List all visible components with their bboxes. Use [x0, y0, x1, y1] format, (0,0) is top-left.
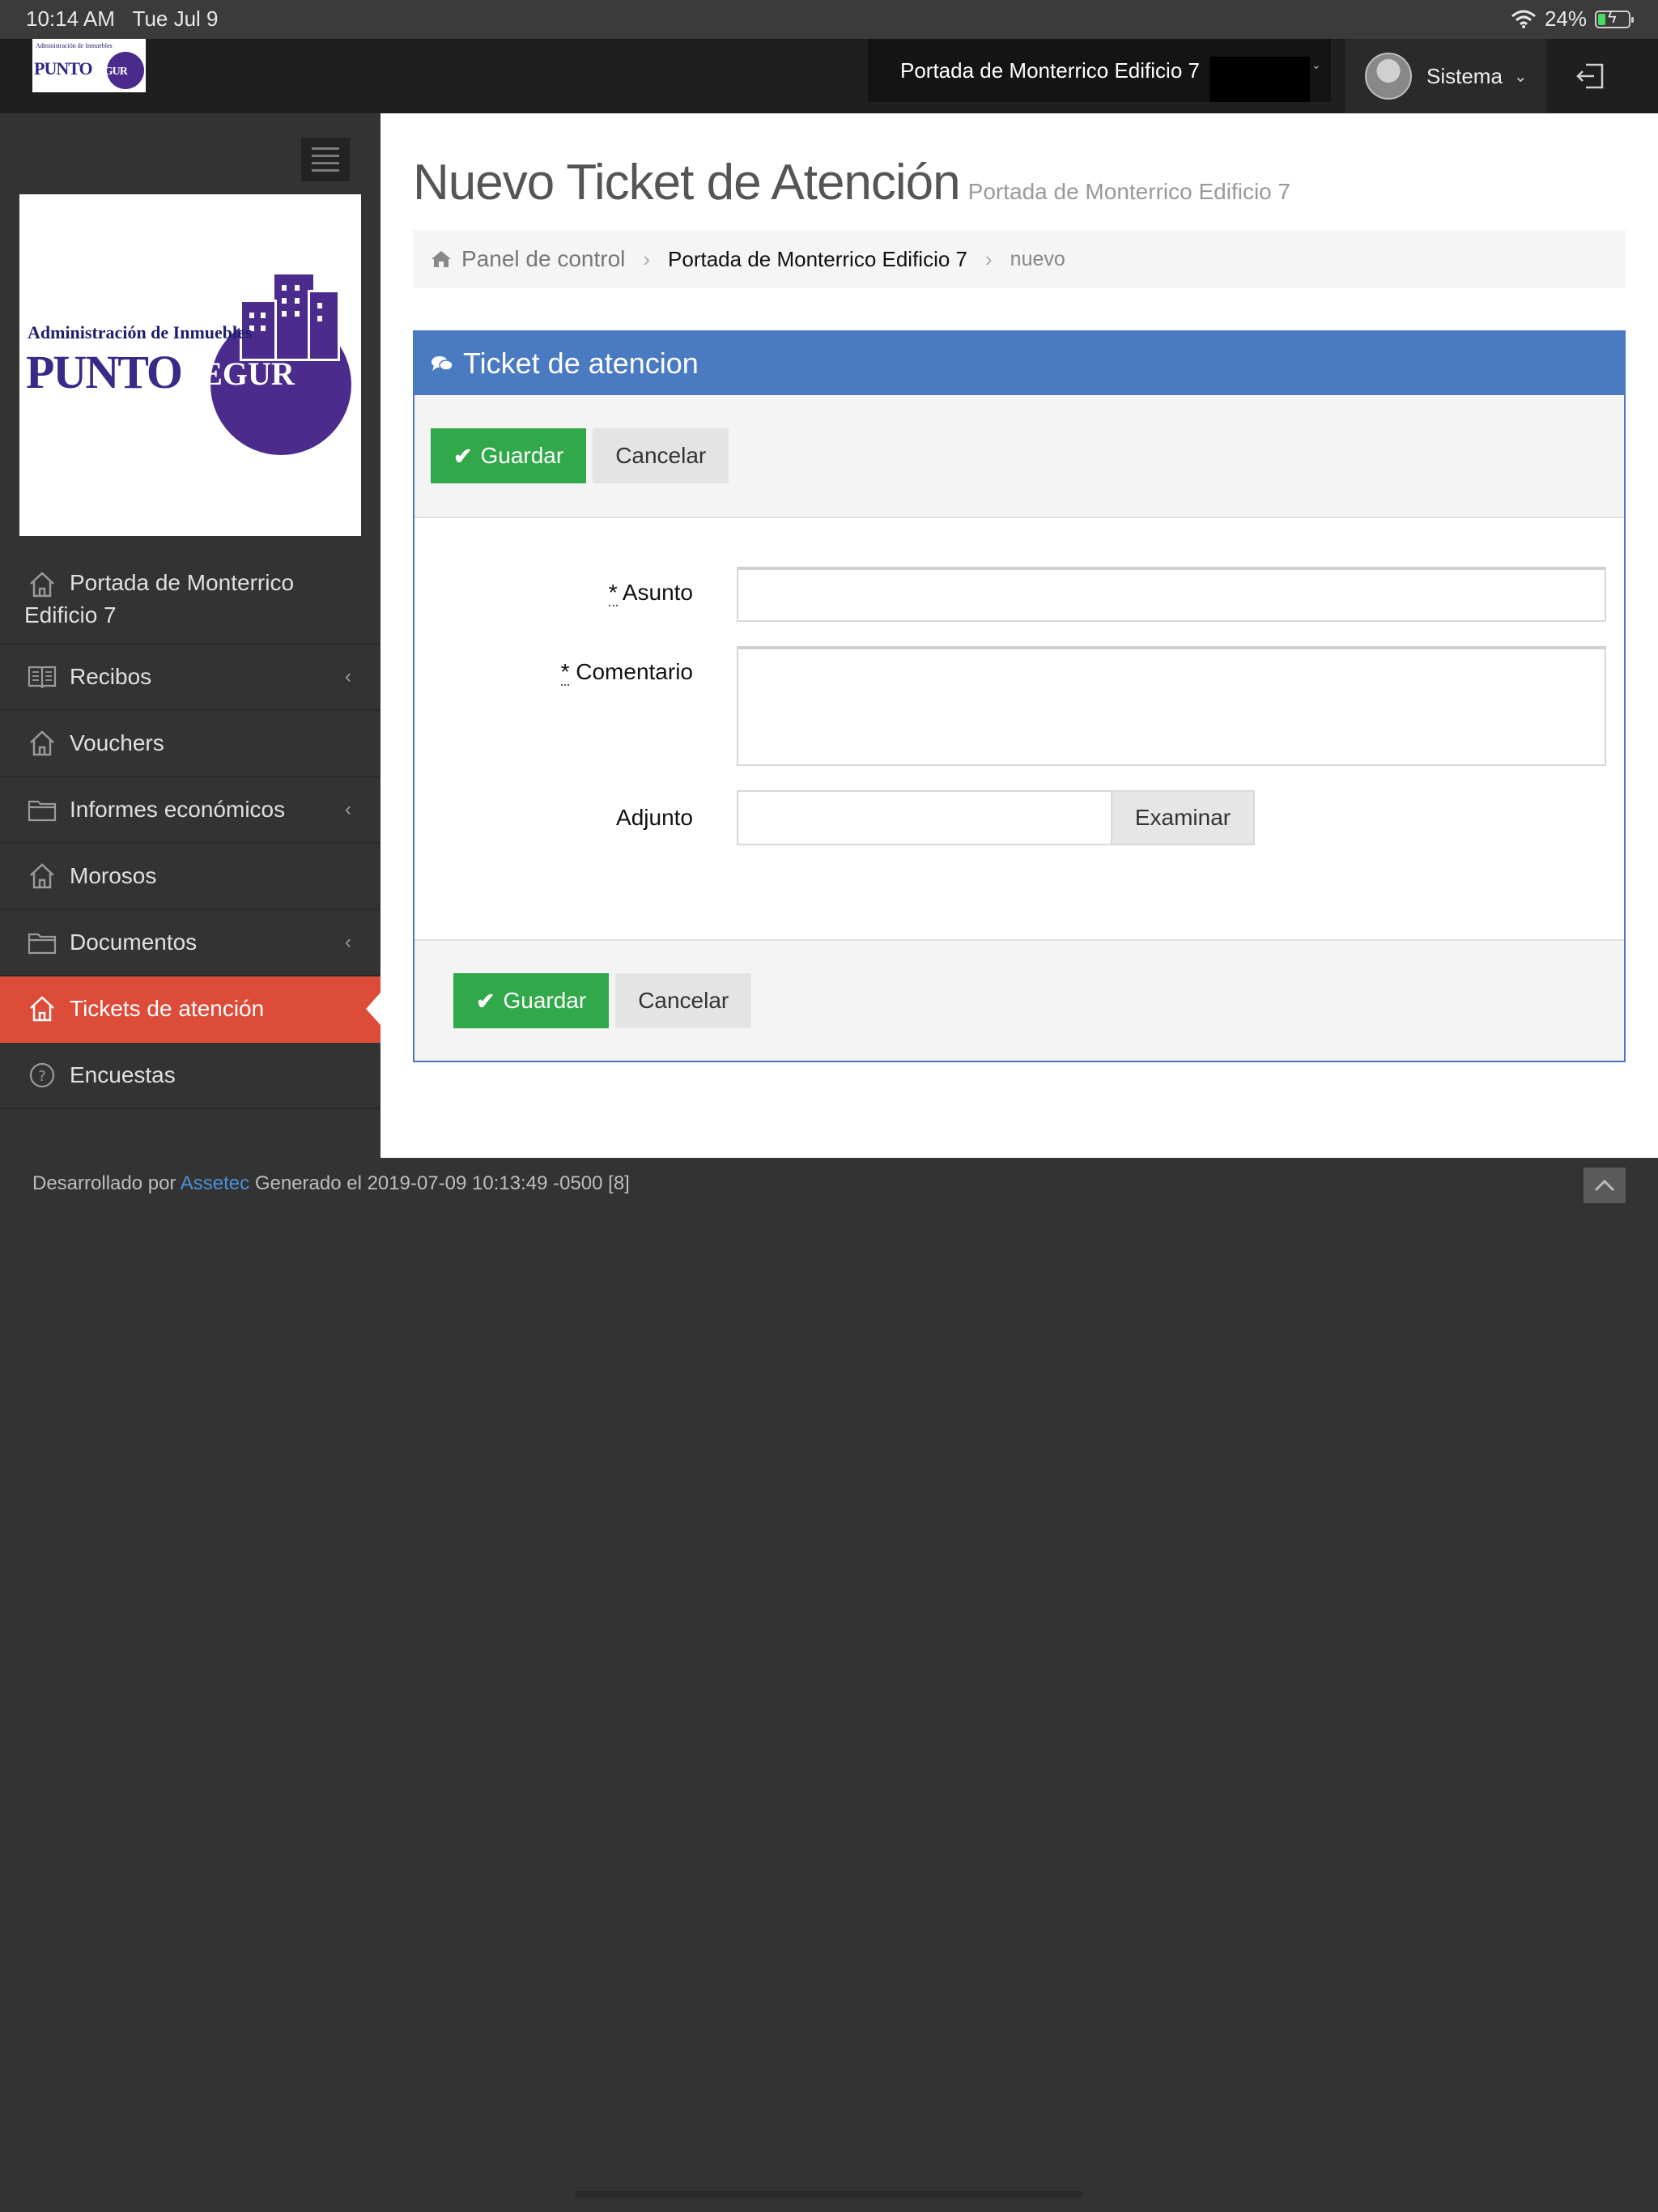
comments-icon	[432, 356, 453, 371]
subject-input[interactable]	[737, 567, 1606, 622]
chevron-up-icon	[1594, 1179, 1615, 1192]
home-indicator	[575, 2191, 1083, 2197]
user-menu[interactable]: Sistema ⌄	[1346, 39, 1546, 113]
folder-icon	[28, 800, 57, 822]
comment-textarea[interactable]	[737, 646, 1606, 766]
sidebar-toggle-button[interactable]	[301, 138, 350, 181]
status-time: 10:14 AM Tue Jul 9	[26, 6, 219, 31]
avatar	[1365, 53, 1412, 100]
top-actions: ✔ Guardar Cancelar	[414, 395, 1624, 518]
cancel-button-bottom[interactable]: Cancelar	[615, 973, 752, 1028]
browse-button[interactable]: Examinar	[1111, 792, 1253, 844]
breadcrumb: Panel de control › Portada de Monterrico…	[413, 230, 1626, 288]
page-title: Nuevo Ticket de Atención Portada de Monte…	[413, 155, 1291, 211]
status-bar: 10:14 AM Tue Jul 9 24% ϟ	[0, 0, 1658, 39]
save-button[interactable]: ✔ Guardar	[431, 428, 587, 483]
home-icon	[432, 251, 451, 267]
check-icon: ✔	[453, 443, 473, 469]
sidebar-item-tickets[interactable]: Tickets de atención	[0, 976, 380, 1043]
sidebar-item-morosos[interactable]: Morosos	[0, 844, 380, 910]
subject-label: * Asunto	[608, 580, 693, 606]
home-icon	[30, 996, 54, 1022]
panel-title: Ticket de atencion	[463, 347, 699, 380]
chevron-right-icon: ›	[985, 246, 993, 271]
home-icon	[30, 730, 54, 756]
logout-button[interactable]	[1546, 39, 1635, 113]
breadcrumb-home-link[interactable]: Panel de control	[461, 246, 625, 272]
ticket-panel: Ticket de atencion ✔ Guardar Cancelar * …	[413, 330, 1626, 1062]
folder-icon	[28, 933, 57, 955]
breadcrumb-building-link[interactable]: Portada de Monterrico Edificio 7	[668, 247, 967, 272]
sidebar-item-recibos[interactable]: Recibos ‹	[0, 644, 380, 711]
cancel-button[interactable]: Cancelar	[593, 428, 729, 483]
home-icon	[30, 863, 54, 889]
ticket-form: * Asunto * Comentario Adjunto Examinar	[414, 518, 1624, 941]
scroll-to-top-button[interactable]	[1584, 1168, 1626, 1203]
logo-large: Administración de Inmuebles PUNTOSEGUR	[19, 194, 361, 536]
sidebar-item-portada[interactable]: Portada de Monterrico Edificio 7	[0, 551, 380, 644]
redacted-area	[1209, 57, 1310, 102]
footer: Desarrollado por Assetec Generado el 201…	[32, 1172, 630, 1194]
chevron-left-icon: ‹	[345, 931, 351, 953]
comment-label: * Comentario	[560, 659, 693, 686]
attachment-label: Adjunto	[616, 805, 693, 830]
logo-small[interactable]: Administración de Inmuebles PUNTOSEGUR	[32, 39, 146, 92]
battery-percent: 24%	[1544, 6, 1587, 31]
file-name-field[interactable]	[738, 792, 1111, 844]
svg-text:?: ?	[38, 1068, 46, 1085]
footer-link[interactable]: Assetec	[181, 1172, 249, 1194]
check-icon: ✔	[476, 988, 495, 1014]
logout-icon	[1576, 63, 1604, 89]
page-subtitle: Portada de Monterrico Edificio 7	[967, 179, 1291, 204]
breadcrumb-current: nuevo	[1010, 247, 1065, 270]
home-icon	[30, 572, 54, 598]
battery-icon: ϟ	[1595, 9, 1634, 28]
sidebar-menu: Portada de Monterrico Edificio 7 Recibos…	[0, 551, 380, 1109]
sidebar-item-encuestas[interactable]: ? Encuestas	[0, 1043, 380, 1109]
sidebar-item-documentos[interactable]: Documentos ‹	[0, 910, 380, 976]
wifi-icon	[1511, 10, 1536, 28]
attachment-file-input[interactable]: Examinar	[737, 790, 1255, 845]
bottom-actions: ✔ Guardar Cancelar	[414, 939, 1624, 1061]
chevron-right-icon: ›	[643, 246, 651, 271]
sidebar: Administración de Inmuebles PUNTOSEGUR P…	[0, 113, 380, 1112]
save-button-bottom[interactable]: ✔ Guardar	[453, 973, 610, 1028]
main-content: Nuevo Ticket de Atención Portada de Monte…	[380, 113, 1658, 1158]
status-right: 24% ϟ	[1511, 6, 1634, 32]
sidebar-item-vouchers[interactable]: Vouchers	[0, 711, 380, 777]
question-icon: ?	[29, 1062, 55, 1088]
top-header: Administración de Inmuebles PUNTOSEGUR P…	[0, 39, 1658, 113]
user-name: Sistema	[1426, 63, 1503, 88]
sidebar-item-informes[interactable]: Informes económicos ‹	[0, 777, 380, 844]
chevron-left-icon: ‹	[345, 666, 351, 687]
chevron-down-icon: ⌄	[1312, 58, 1321, 71]
panel-header: Ticket de atencion	[414, 332, 1624, 395]
chevron-down-icon: ⌄	[1513, 67, 1528, 86]
book-icon	[28, 666, 57, 689]
chevron-left-icon: ‹	[345, 798, 351, 820]
building-selector[interactable]: Portada de Monterrico Edificio 7 ⌄	[868, 39, 1331, 102]
